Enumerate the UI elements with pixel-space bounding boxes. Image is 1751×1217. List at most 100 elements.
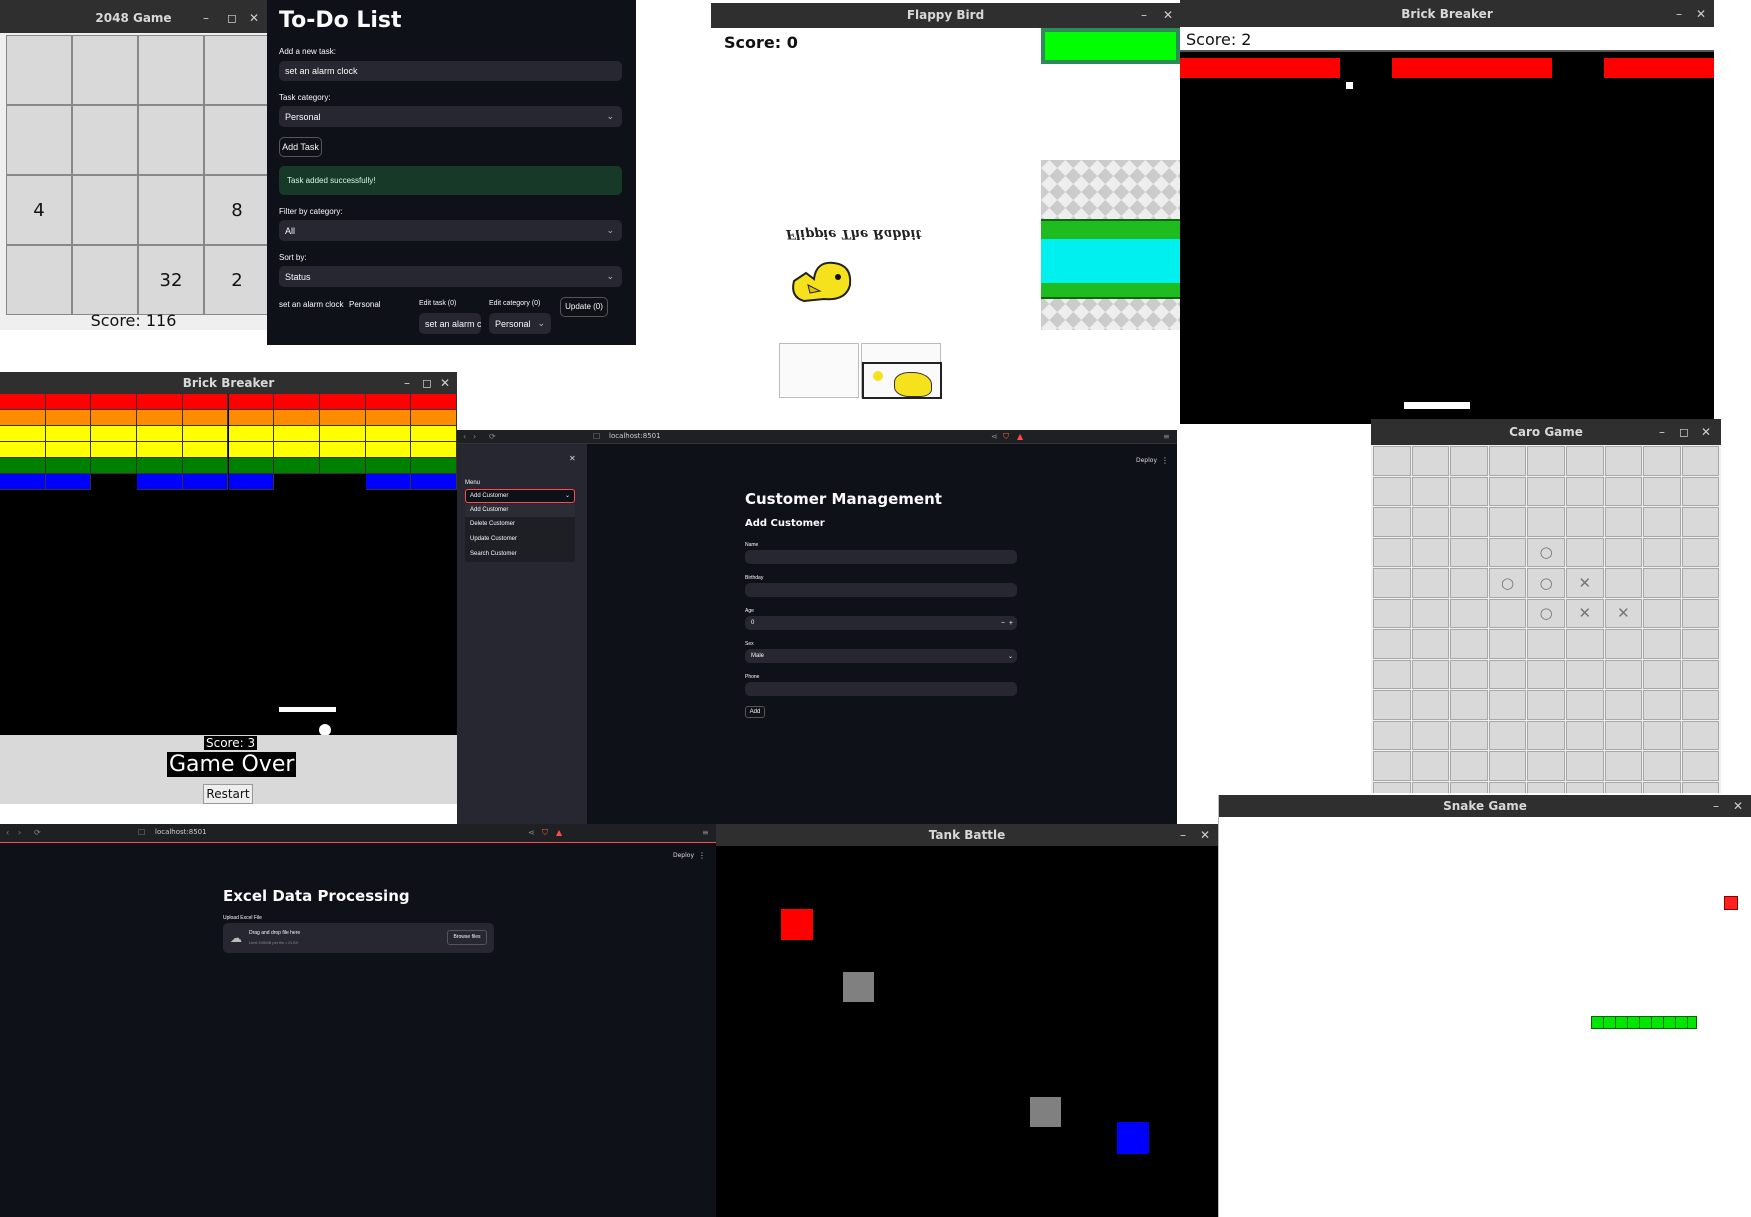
board-cell[interactable]: ○ xyxy=(1527,537,1565,567)
url-bar[interactable]: localhost:8501 xyxy=(609,432,661,440)
board-cell[interactable] xyxy=(1681,598,1720,628)
board-cell[interactable] xyxy=(1643,629,1681,659)
board-cell[interactable] xyxy=(1681,568,1720,598)
board-cell[interactable] xyxy=(1643,598,1681,628)
board-cell[interactable] xyxy=(1411,537,1450,567)
board-cell[interactable] xyxy=(1681,751,1720,781)
board-cell[interactable] xyxy=(1450,598,1488,628)
board-cell[interactable] xyxy=(1411,629,1450,659)
board-cell[interactable] xyxy=(1488,659,1527,689)
board-cell[interactable] xyxy=(1527,507,1565,537)
share-icon[interactable]: ⋖ xyxy=(528,828,535,837)
board-cell[interactable] xyxy=(1527,476,1565,506)
board-cell[interactable] xyxy=(1450,690,1488,720)
board-cell[interactable] xyxy=(1373,537,1411,567)
menu-option-search[interactable]: Search Customer xyxy=(465,548,575,561)
board-cell[interactable] xyxy=(1527,629,1565,659)
board-cell[interactable] xyxy=(1450,720,1488,750)
task-input[interactable]: set an alarm clock xyxy=(279,61,622,81)
minimize-icon[interactable]: – xyxy=(1659,419,1665,445)
back-icon[interactable]: ‹ xyxy=(463,432,466,441)
edit-category-select[interactable]: Personal ⌄ xyxy=(489,313,551,334)
board-cell[interactable] xyxy=(1411,751,1450,781)
share-icon[interactable]: ⋖ xyxy=(991,432,998,441)
board-cell[interactable] xyxy=(1527,720,1565,750)
maximize-icon[interactable]: ◻ xyxy=(1679,419,1689,445)
board-cell[interactable] xyxy=(1411,446,1450,476)
menu-select[interactable]: Add Customer ⌄ xyxy=(465,489,575,503)
board-cell[interactable] xyxy=(1488,507,1527,537)
board-cell[interactable]: ✕ xyxy=(1604,598,1643,628)
board-cell[interactable] xyxy=(1411,659,1450,689)
update-button[interactable]: Update (0) xyxy=(560,297,608,317)
menu-option-update[interactable]: Update Customer xyxy=(465,533,575,546)
close-icon[interactable]: ✕ xyxy=(249,0,259,37)
board-cell[interactable] xyxy=(1411,781,1450,793)
board-cell[interactable] xyxy=(1450,476,1488,506)
board-cell[interactable] xyxy=(1604,690,1643,720)
board-cell[interactable] xyxy=(1566,751,1604,781)
minimize-icon[interactable]: – xyxy=(1180,824,1186,846)
board-cell[interactable] xyxy=(1450,446,1488,476)
menu-option-delete[interactable]: Delete Customer xyxy=(465,518,575,531)
stepper-icons[interactable]: − + xyxy=(1001,620,1013,627)
sex-select[interactable]: Male ⌄ xyxy=(745,649,1017,663)
brave-rewards-icon[interactable]: ▲ xyxy=(556,828,562,837)
maximize-icon[interactable]: ◻ xyxy=(227,0,237,37)
board-cell[interactable] xyxy=(1681,690,1720,720)
board-cell[interactable] xyxy=(1373,751,1411,781)
board-cell[interactable] xyxy=(1373,720,1411,750)
board-cell[interactable] xyxy=(1488,537,1527,567)
board-cell[interactable] xyxy=(1643,781,1681,793)
board-cell[interactable] xyxy=(1450,629,1488,659)
board-cell[interactable] xyxy=(1527,659,1565,689)
minimize-icon[interactable]: – xyxy=(1676,0,1682,29)
board-cell[interactable] xyxy=(1411,598,1450,628)
board-cell[interactable]: ○ xyxy=(1488,568,1527,598)
filter-select[interactable]: All ⌄ xyxy=(279,220,622,241)
board-cell[interactable] xyxy=(1681,476,1720,506)
board-cell[interactable] xyxy=(1373,629,1411,659)
menu-icon[interactable]: ≡ xyxy=(702,828,709,837)
close-sidebar-icon[interactable]: ✕ xyxy=(569,454,576,463)
board-cell[interactable] xyxy=(1604,476,1643,506)
board-cell[interactable] xyxy=(1411,720,1450,750)
board-cell[interactable] xyxy=(1681,629,1720,659)
brave-rewards-icon[interactable]: ▲ xyxy=(1017,432,1023,441)
board-cell[interactable] xyxy=(1643,751,1681,781)
board-cell[interactable] xyxy=(1450,659,1488,689)
board-cell[interactable] xyxy=(1488,476,1527,506)
close-icon[interactable]: ✕ xyxy=(1701,419,1711,445)
board-cell[interactable] xyxy=(1604,507,1643,537)
back-icon[interactable]: ‹ xyxy=(6,828,9,837)
close-icon[interactable]: ✕ xyxy=(1696,0,1706,29)
deploy-button[interactable]: Deploy xyxy=(673,852,694,859)
board-cell[interactable] xyxy=(1373,476,1411,506)
board-cell[interactable] xyxy=(1681,781,1720,793)
board-cell[interactable] xyxy=(1450,507,1488,537)
board-cell[interactable] xyxy=(1643,446,1681,476)
menu-icon[interactable]: ≡ xyxy=(1163,432,1170,441)
more-options-icon[interactable]: ⋮ xyxy=(1161,456,1169,465)
board-cell[interactable] xyxy=(1488,751,1527,781)
board-cell[interactable] xyxy=(1643,568,1681,598)
board-cell[interactable] xyxy=(1643,537,1681,567)
bookmark-icon[interactable]: ☐ xyxy=(138,828,145,837)
board-cell[interactable] xyxy=(1488,629,1527,659)
board-cell[interactable] xyxy=(1450,568,1488,598)
bookmark-icon[interactable]: ☐ xyxy=(593,432,600,441)
board-cell[interactable] xyxy=(1566,629,1604,659)
name-input[interactable] xyxy=(745,550,1017,564)
board-cell[interactable] xyxy=(1604,446,1643,476)
board-cell[interactable] xyxy=(1566,537,1604,567)
board-cell[interactable] xyxy=(1411,507,1450,537)
board-cell[interactable] xyxy=(1411,690,1450,720)
board-cell[interactable] xyxy=(1566,720,1604,750)
phone-input[interactable] xyxy=(745,682,1017,696)
board-cell[interactable] xyxy=(1488,598,1527,628)
board-cell[interactable] xyxy=(1681,659,1720,689)
brave-shield-icon[interactable]: ⛉ xyxy=(1003,432,1009,442)
close-icon[interactable]: ✕ xyxy=(440,372,450,394)
board-cell[interactable] xyxy=(1604,659,1643,689)
board-cell[interactable] xyxy=(1411,568,1450,598)
